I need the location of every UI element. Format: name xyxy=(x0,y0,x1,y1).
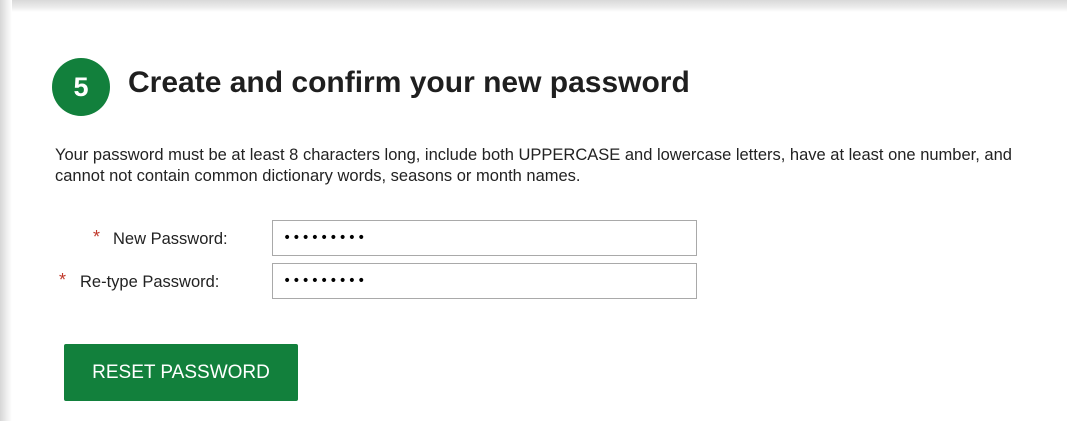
reset-password-button[interactable]: RESET PASSWORD xyxy=(64,344,298,401)
step-number-badge: 5 xyxy=(52,58,110,116)
page-frame: 5 Create and confirm your new password Y… xyxy=(0,0,1067,421)
required-marker: * xyxy=(93,227,101,247)
new-password-label: New Password: xyxy=(113,230,228,248)
retype-password-input[interactable] xyxy=(272,263,697,299)
required-marker: * xyxy=(59,270,67,290)
retype-password-label: Re-type Password: xyxy=(80,273,220,291)
new-password-input[interactable] xyxy=(272,220,697,256)
left-edge-shadow xyxy=(0,0,12,421)
password-step-panel: 5 Create and confirm your new password Y… xyxy=(12,12,1067,421)
section-title: Create and confirm your new password xyxy=(128,66,690,99)
password-requirements-text: Your password must be at least 8 charact… xyxy=(55,146,1012,185)
top-edge-shadow xyxy=(0,0,1067,12)
